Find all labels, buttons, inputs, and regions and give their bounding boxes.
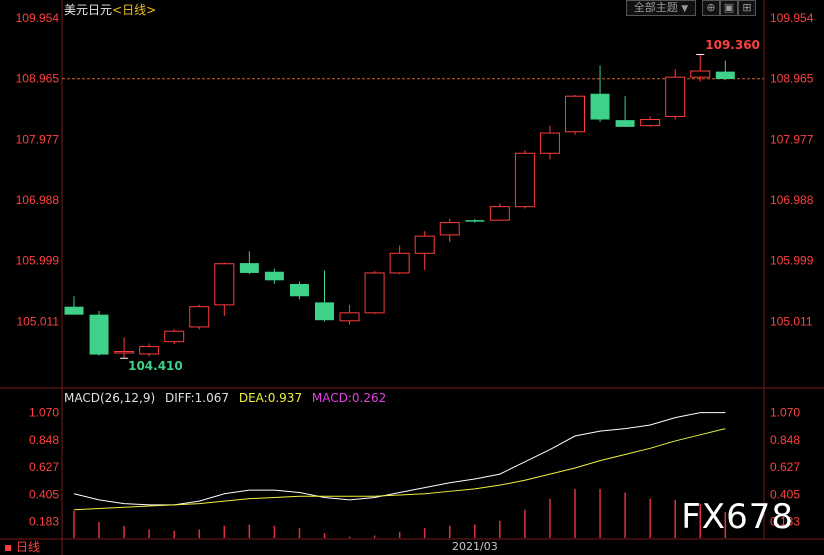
price-tick-left: 109.954 xyxy=(16,11,60,25)
crosshair-icon[interactable]: ⊕ xyxy=(702,0,720,16)
candle-body xyxy=(640,119,661,127)
macd-tick-left: 0.848 xyxy=(29,433,59,447)
candle-body xyxy=(239,263,259,273)
chart-canvas: 109.954 109.954 108.965 108.965 107.977 107.9… xyxy=(0,0,824,555)
candle-body xyxy=(339,312,360,322)
high-annotation: 109.360 xyxy=(705,38,760,53)
candle-body xyxy=(289,283,309,297)
price-tick-right: 105.011 xyxy=(770,314,813,328)
candle-body xyxy=(315,302,334,321)
diff-value: DIFF:1.067 xyxy=(164,391,230,405)
price-tick-left: 108.965 xyxy=(16,72,60,86)
price-tick-left: 105.011 xyxy=(17,314,60,328)
candle-body xyxy=(389,252,410,274)
macd-title: MACD(26,12,9) xyxy=(64,391,156,405)
dea-value: DEA:0.937 xyxy=(238,391,303,405)
price-tick-left: 107.977 xyxy=(16,132,60,146)
candle-body xyxy=(214,263,235,306)
candle-body xyxy=(364,272,385,314)
all-themes-button[interactable]: 全部主题 ▼ xyxy=(626,0,696,16)
chart-title: 美元日元<日线> xyxy=(64,1,156,18)
price-tick-right: 108.965 xyxy=(770,72,814,86)
macd-value: MACD:0.262 xyxy=(311,391,387,405)
period-label: <日线> xyxy=(112,3,157,17)
candle-body xyxy=(264,271,284,281)
symbol-name: 美元日元 xyxy=(64,3,113,17)
low-annotation: 104.410 xyxy=(128,359,183,374)
macd-tick-left: 0.627 xyxy=(29,460,59,474)
macd-tick-left: 0.183 xyxy=(29,515,59,529)
candle-body xyxy=(690,70,711,78)
candle-body xyxy=(64,306,84,315)
macd-header: MACD(26,12,9) DIFF:1.067 DEA:0.937 MACD:… xyxy=(64,391,392,405)
macd-tick-left: 0.405 xyxy=(29,487,59,501)
candle-body xyxy=(514,152,535,208)
grid-icon[interactable]: ⊞ xyxy=(738,0,756,16)
macd-tick-left: 1.070 xyxy=(29,406,59,420)
candle-body xyxy=(539,132,560,154)
macd-tick-right: 0.627 xyxy=(770,460,800,474)
dot-icon: ▪ xyxy=(4,540,13,554)
chevron-down-icon: ▼ xyxy=(681,4,689,14)
candle-body xyxy=(189,306,210,328)
price-tick-right: 106.988 xyxy=(770,193,814,207)
candle-body xyxy=(139,346,160,355)
price-tick-right: 107.977 xyxy=(770,132,814,146)
price-tick-left: 106.988 xyxy=(16,193,60,207)
candle-body xyxy=(465,220,485,222)
candle-body xyxy=(114,350,135,354)
macd-tick-right: 1.070 xyxy=(770,406,800,420)
macd-tick-right: 0.848 xyxy=(770,433,800,447)
all-themes-label: 全部主题 xyxy=(633,1,678,14)
candle-body xyxy=(590,93,610,120)
window-icon[interactable]: ▣ xyxy=(720,0,738,16)
watermark-logo: FX678 xyxy=(681,497,794,537)
candle-body xyxy=(565,95,585,133)
candle-body xyxy=(665,76,686,117)
price-tick-left: 105.999 xyxy=(16,254,60,268)
candle-body xyxy=(489,206,510,221)
candle-body xyxy=(164,330,185,343)
tab-daily-label: 日线 xyxy=(15,540,40,554)
candle-body xyxy=(89,314,109,355)
candle-body xyxy=(615,120,635,127)
candle-body xyxy=(414,235,435,254)
chart-background xyxy=(0,0,824,555)
time-axis-label: 2021/03 xyxy=(452,540,498,553)
price-tick-right: 105.999 xyxy=(770,254,814,268)
candle-body xyxy=(715,71,735,80)
tab-daily[interactable]: ▪ 日线 xyxy=(4,539,40,555)
candle-body xyxy=(439,222,460,236)
price-tick-right: 109.954 xyxy=(770,11,814,25)
